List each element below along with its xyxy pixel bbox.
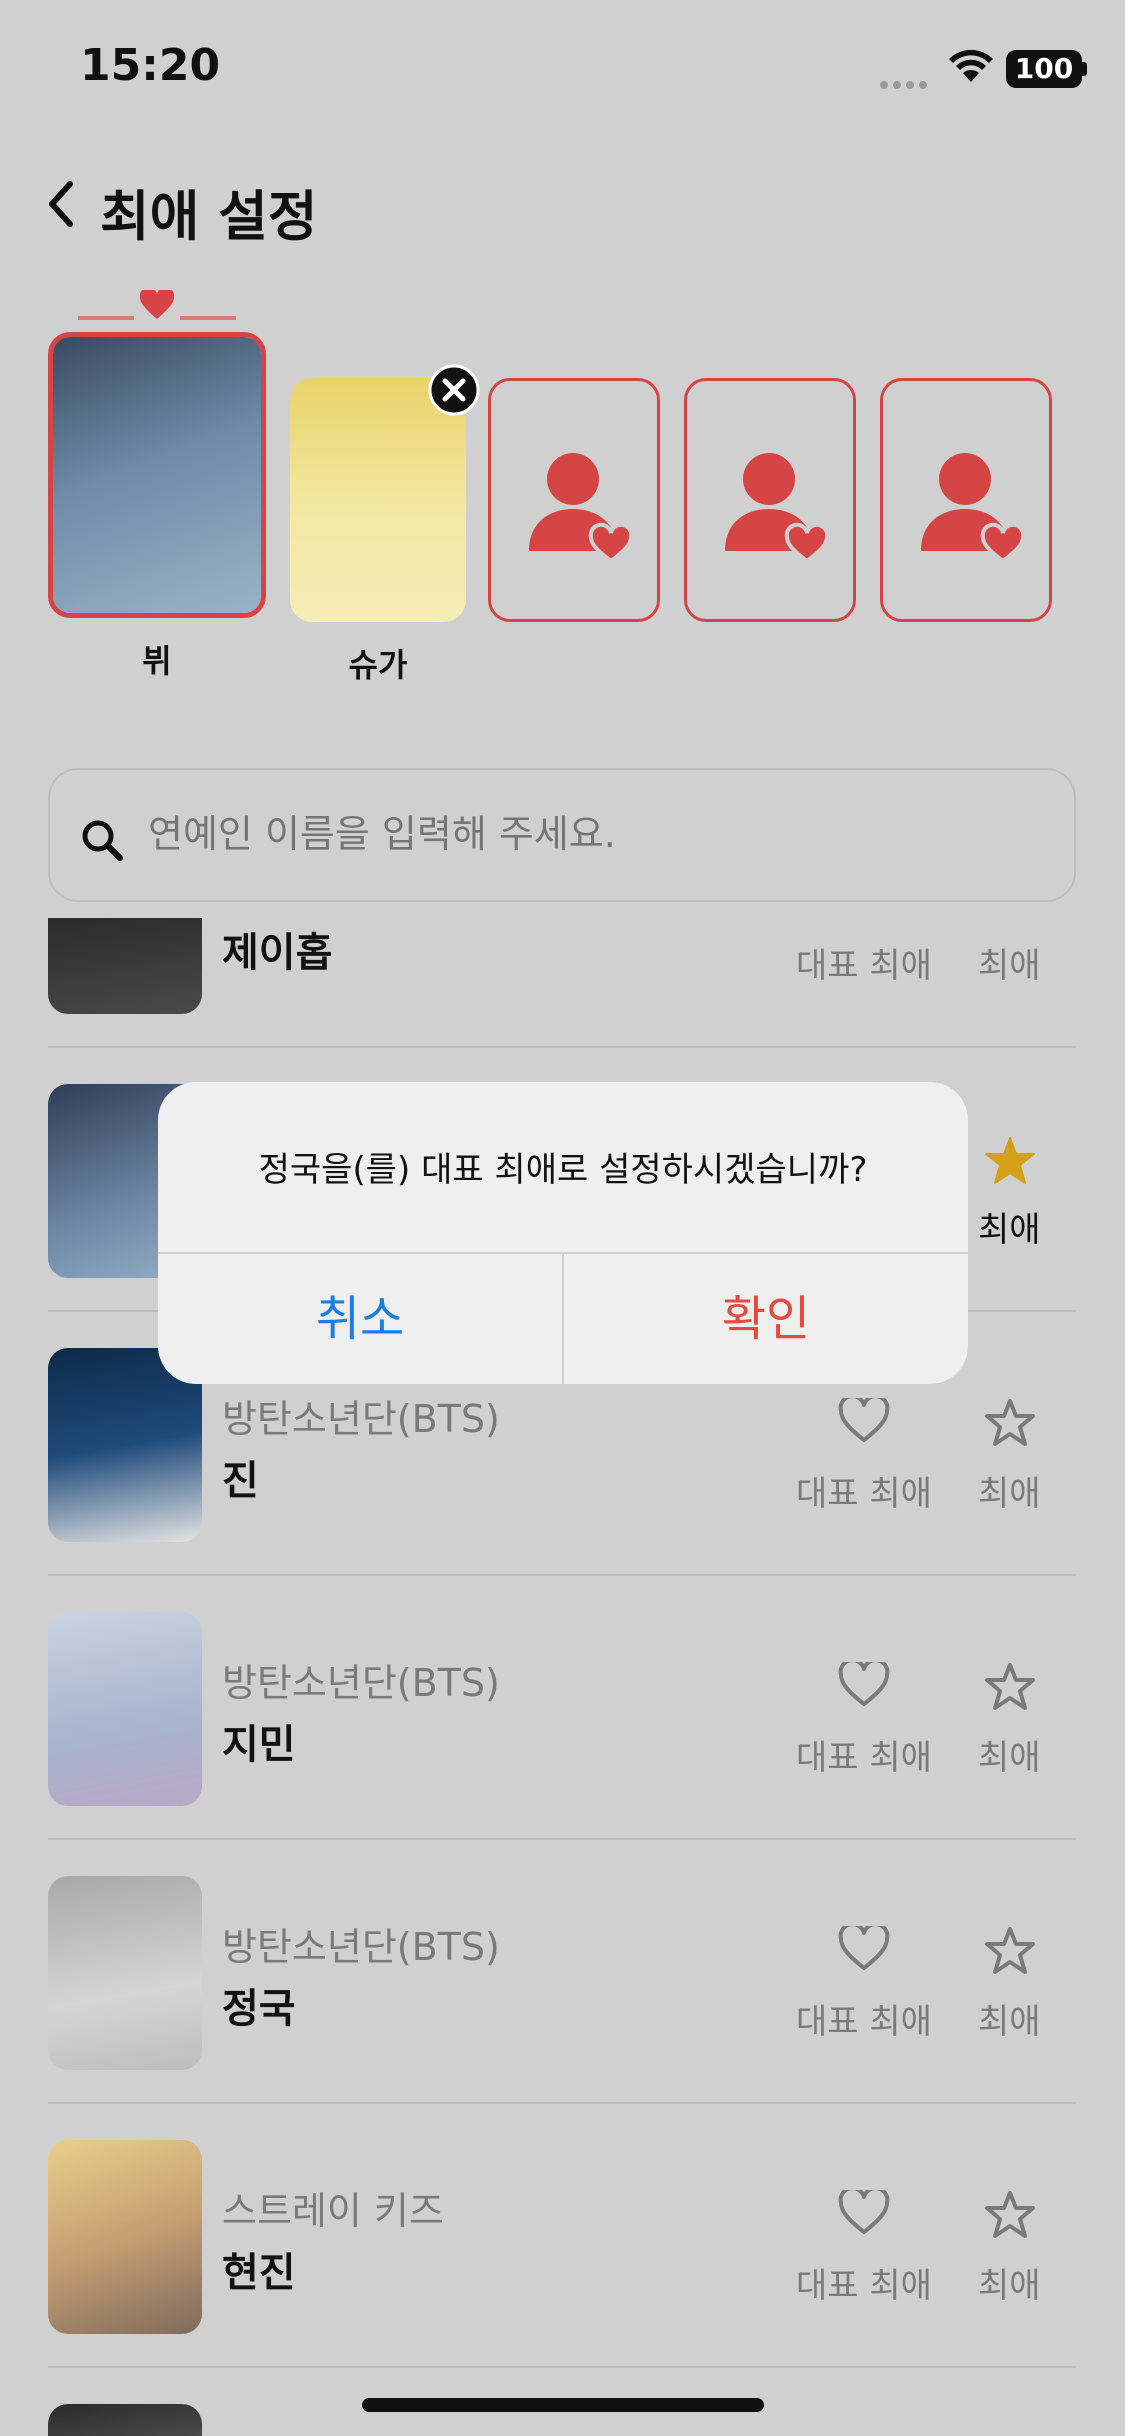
artist-photo — [48, 918, 202, 1014]
rep-bias-label[interactable]: 대표 최애 — [796, 938, 932, 987]
empty-bias-slot[interactable] — [684, 378, 856, 622]
star-outline-icon[interactable] — [984, 2190, 1036, 2240]
artist-photo — [48, 2404, 202, 2436]
bias-label[interactable]: 최애 — [978, 1466, 1041, 1515]
back-chevron-icon[interactable] — [46, 178, 76, 230]
rep-bias-label[interactable]: 대표 최애 — [796, 2258, 932, 2307]
wifi-icon — [949, 49, 993, 82]
decoration-line — [78, 316, 134, 320]
artist-group: 방탄소년단(BTS) — [222, 1397, 500, 1441]
battery-icon: 100 — [1006, 50, 1082, 88]
heart-outline-icon[interactable] — [838, 1662, 890, 1708]
bias-label[interactable]: 최애 — [978, 1730, 1041, 1779]
rep-bias-label[interactable]: 대표 최애 — [796, 1730, 932, 1779]
bias-label[interactable]: 최애 — [978, 2258, 1041, 2307]
add-person-heart-icon — [921, 453, 1026, 564]
divider — [48, 2102, 1076, 2104]
decoration-line — [180, 316, 236, 320]
artist-photo — [48, 1876, 202, 2070]
cancel-button[interactable]: 취소 — [158, 1254, 562, 1384]
artist-group: 방탄소년단(BTS) — [222, 1925, 500, 1969]
rep-bias-label[interactable]: 대표 최애 — [796, 1994, 932, 2043]
divider — [48, 1046, 1076, 1048]
status-time: 15:20 — [80, 40, 221, 91]
add-person-heart-icon — [725, 453, 830, 564]
artist-name: 현진 — [222, 2250, 296, 2296]
page-title: 최애 설정 — [100, 185, 318, 248]
artist-photo — [48, 2140, 202, 2334]
rep-bias-label[interactable]: 대표 최애 — [796, 1466, 932, 1515]
bias-label[interactable]: 최애 — [978, 1202, 1041, 1251]
heart-outline-icon[interactable] — [838, 2190, 890, 2236]
add-person-heart-icon — [529, 453, 634, 564]
artist-group: 스트레이 키즈 — [222, 2189, 444, 2233]
artist-group: 방탄소년단(BTS) — [222, 1661, 500, 1705]
search-input[interactable] — [148, 812, 1048, 856]
artist-name: 정국 — [222, 1986, 296, 2032]
empty-bias-slot[interactable] — [488, 378, 660, 622]
empty-bias-slot[interactable] — [880, 378, 1052, 622]
dialog-message: 정국을(를) 대표 최애로 설정하시겠습니까? — [258, 1150, 868, 1190]
artist-photo — [48, 1612, 202, 1806]
confirm-button[interactable]: 확인 — [564, 1254, 968, 1384]
bias-photo — [53, 337, 261, 613]
bias-photo — [290, 378, 466, 622]
heart-icon — [140, 290, 174, 319]
home-indicator[interactable] — [362, 2398, 764, 2412]
divider — [48, 2366, 1076, 2368]
bias-slot[interactable] — [290, 378, 466, 622]
artist-name: 제이홉 — [222, 930, 333, 976]
artist-name: 지민 — [222, 1722, 296, 1768]
heart-outline-icon[interactable] — [838, 1398, 890, 1444]
star-filled-icon[interactable] — [984, 1136, 1036, 1186]
close-icon[interactable] — [428, 364, 480, 416]
confirm-dialog: 정국을(를) 대표 최애로 설정하시겠습니까? 취소 확인 — [158, 1082, 968, 1384]
bias-name: 슈가 — [348, 646, 408, 684]
bias-name: 뷔 — [142, 642, 172, 680]
heart-outline-icon[interactable] — [838, 1926, 890, 1972]
bias-label[interactable]: 최애 — [978, 938, 1041, 987]
star-outline-icon[interactable] — [984, 1926, 1036, 1976]
star-outline-icon[interactable] — [984, 1662, 1036, 1712]
bias-slot-selected[interactable] — [48, 332, 266, 618]
divider — [48, 1574, 1076, 1576]
divider — [48, 1838, 1076, 1840]
bias-label[interactable]: 최애 — [978, 1994, 1041, 2043]
search-icon — [82, 820, 123, 861]
artist-name: 진 — [222, 1458, 259, 1504]
star-outline-icon[interactable] — [984, 1398, 1036, 1448]
battery-tip — [1082, 62, 1087, 76]
signal-dots-icon — [880, 74, 932, 89]
